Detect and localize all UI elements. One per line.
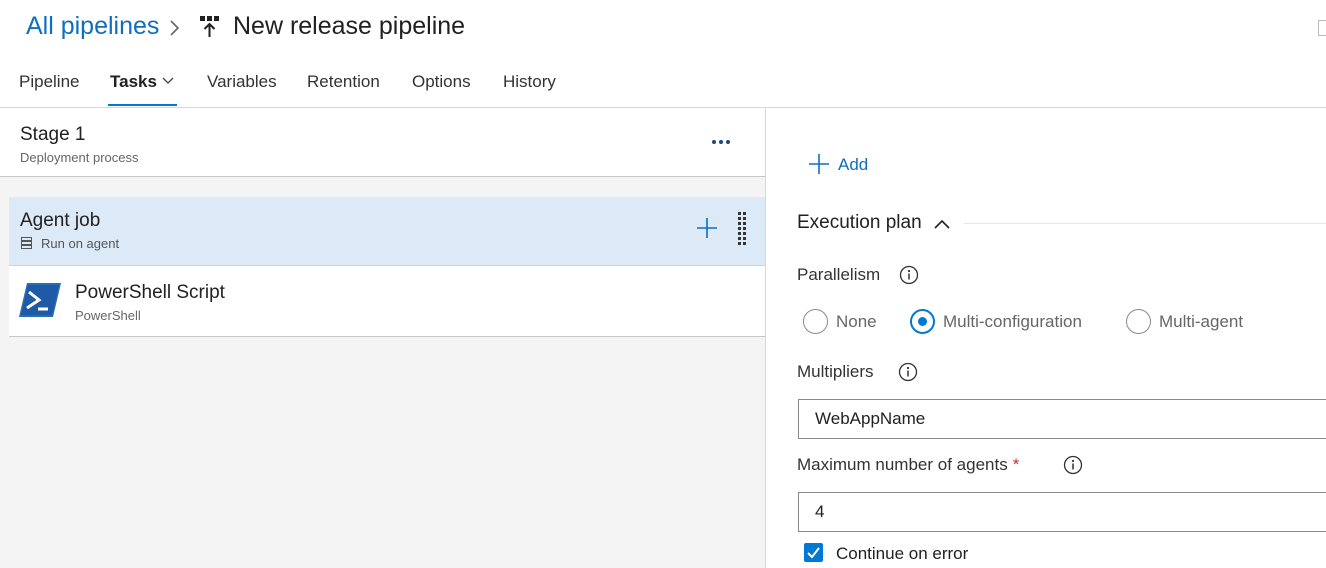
radio-circle-selected (910, 309, 935, 334)
checkbox-checked (804, 543, 823, 562)
stage-header[interactable]: Stage 1 Deployment process (0, 108, 765, 177)
stage-task-list-panel: Stage 1 Deployment process Agent job Run… (0, 108, 766, 568)
radio-label: Multi-configuration (943, 312, 1082, 331)
active-tab-indicator (108, 104, 177, 106)
required-marker: * (1012, 455, 1020, 474)
task-row-powershell[interactable]: PowerShell Script PowerShell (9, 266, 765, 337)
info-icon[interactable] (1063, 455, 1083, 475)
max-agents-label: Maximum number of agents * (797, 455, 1019, 475)
chevron-up-icon (934, 219, 950, 229)
radio-circle (803, 309, 828, 334)
more-dot (712, 140, 716, 144)
tab-retention[interactable]: Retention (307, 72, 380, 92)
header: All pipelines New release pipeline (0, 0, 1326, 56)
radio-label: None (836, 312, 877, 331)
tab-bar: Pipeline Tasks Variables Retention Optio… (0, 62, 1326, 108)
tab-pipeline[interactable]: Pipeline (19, 72, 80, 92)
breadcrumb-all-pipelines-link[interactable]: All pipelines (26, 12, 159, 41)
max-agents-input[interactable] (798, 492, 1326, 532)
stage-name: Stage 1 (20, 124, 86, 145)
multipliers-label: Multipliers (797, 362, 874, 381)
drag-handle-icon[interactable] (736, 211, 748, 249)
chevron-right-icon (170, 20, 180, 36)
execution-plan-section-toggle[interactable]: Execution plan (797, 212, 950, 234)
agent-job-row[interactable]: Agent job Run on agent (9, 197, 765, 266)
panel-toggle-icon[interactable] (1318, 20, 1326, 36)
checkmark-icon (807, 547, 820, 559)
release-pipeline-icon (200, 16, 219, 37)
task-name: PowerShell Script (75, 282, 225, 303)
tab-history[interactable]: History (503, 72, 556, 92)
execution-plan-title: Execution plan (797, 212, 922, 233)
chevron-down-icon (162, 77, 174, 84)
parallelism-label: Parallelism (797, 265, 881, 284)
more-options-button[interactable] (708, 130, 736, 152)
radio-circle (1126, 309, 1151, 334)
agent-job-name: Agent job (20, 210, 101, 231)
radio-label: Multi-agent (1159, 312, 1244, 331)
more-dot (719, 140, 723, 144)
info-icon[interactable] (898, 362, 918, 382)
tab-tasks-label: Tasks (110, 72, 157, 91)
tab-tasks[interactable]: Tasks (110, 72, 174, 92)
stage-subtitle: Deployment process (20, 150, 139, 165)
more-dot (726, 140, 730, 144)
tab-options[interactable]: Options (412, 72, 471, 92)
max-agents-label-text: Maximum number of agents (797, 455, 1008, 474)
task-subtitle: PowerShell (75, 308, 141, 323)
add-label: Add (838, 155, 869, 174)
page-title: New release pipeline (233, 12, 466, 40)
continue-on-error-label: Continue on error (836, 544, 969, 563)
tab-variables[interactable]: Variables (207, 72, 277, 92)
agent-job-subtitle: Run on agent (41, 236, 120, 251)
agent-job-details-panel: Add Execution plan Parallelism None Mult… (766, 108, 1326, 568)
plus-icon (809, 154, 829, 174)
section-divider (964, 223, 1326, 224)
radio-dot (918, 317, 927, 326)
add-task-plus-icon[interactable] (695, 216, 719, 240)
multipliers-input[interactable] (798, 399, 1326, 439)
info-icon[interactable] (899, 265, 919, 285)
server-icon (21, 237, 32, 249)
powershell-icon (19, 283, 61, 317)
